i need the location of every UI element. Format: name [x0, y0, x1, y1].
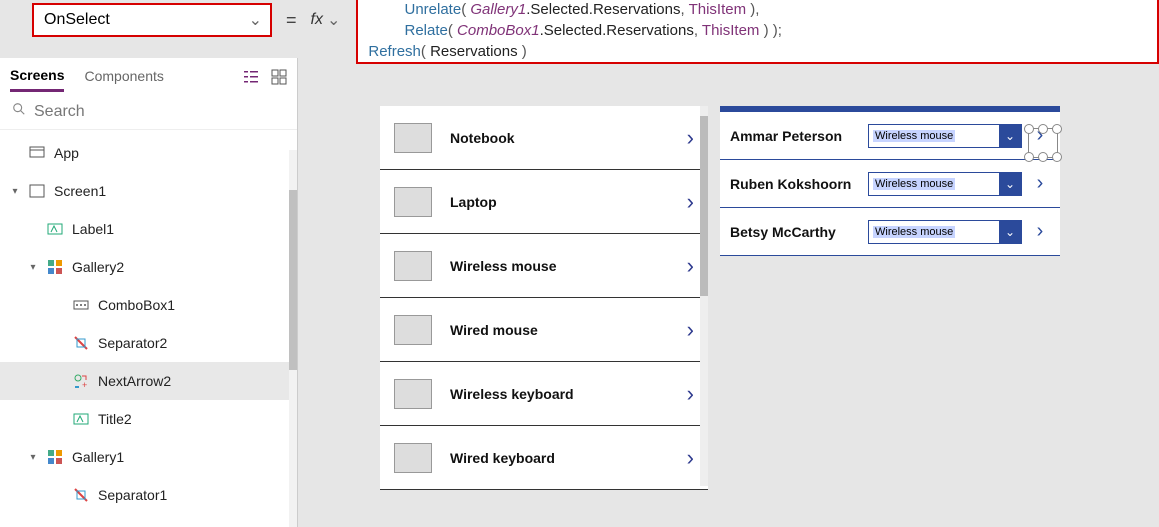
product-combobox[interactable]: Wireless mouse ⌄ — [868, 124, 1022, 148]
tree-item-screen1[interactable]: ▾ Screen1 — [0, 172, 297, 210]
reservation-name: Betsy McCarthy — [730, 224, 860, 240]
product-name: Notebook — [450, 130, 515, 146]
grid-view-icon[interactable] — [271, 69, 287, 90]
product-row[interactable]: Wireless mouse › — [380, 234, 708, 298]
reservation-row: Betsy McCarthy Wireless mouse ⌄ › — [720, 208, 1060, 256]
fx-dropdown[interactable]: fx ⌄ — [311, 10, 347, 30]
tree-item-separator1[interactable]: Separator1 — [0, 476, 297, 514]
tree-item-label: NextArrow2 — [98, 373, 171, 389]
product-name: Wireless mouse — [450, 258, 556, 274]
product-combobox[interactable]: Wireless mouse ⌄ — [868, 172, 1022, 196]
nextarrow-icon: + — [72, 372, 90, 390]
gallery-scrollbar[interactable] — [700, 106, 708, 486]
chevron-right-icon[interactable]: › — [687, 317, 694, 343]
tree-item-nextarrow2[interactable]: + NextArrow2 — [0, 362, 297, 400]
combobox-selected-value: Wireless mouse — [873, 178, 955, 190]
product-name: Wired mouse — [450, 322, 538, 338]
tree-item-label: ComboBox1 — [98, 297, 175, 313]
separator-icon — [72, 334, 90, 352]
chevron-down-icon[interactable]: ⌄ — [999, 125, 1021, 147]
product-row[interactable]: Wired keyboard › — [380, 426, 708, 490]
tree-item-label: Label1 — [72, 221, 114, 237]
tab-components[interactable]: Components — [84, 68, 163, 90]
tree-item-label: Separator2 — [98, 335, 167, 351]
property-selector[interactable]: OnSelect ⌄ — [32, 3, 272, 37]
chevron-right-icon[interactable]: › — [687, 253, 694, 279]
product-name: Laptop — [450, 194, 497, 210]
next-arrow-icon[interactable]: › — [1030, 220, 1050, 243]
product-name: Wireless keyboard — [450, 386, 574, 402]
next-arrow-icon[interactable]: › — [1030, 172, 1050, 195]
tree-item-separator2[interactable]: Separator2 — [0, 324, 297, 362]
tree-item-label: Gallery1 — [72, 449, 124, 465]
tree-item-label: App — [54, 145, 79, 161]
tree-item-gallery2[interactable]: ▾ Gallery2 — [0, 248, 297, 286]
fx-icon: fx — [311, 11, 323, 29]
product-thumbnail — [394, 187, 432, 217]
reservation-row: Ruben Kokshoorn Wireless mouse ⌄ › — [720, 160, 1060, 208]
product-thumbnail — [394, 315, 432, 345]
reservation-name: Ruben Kokshoorn — [730, 176, 860, 192]
gallery-icon — [46, 448, 64, 466]
app-icon — [28, 144, 46, 162]
list-view-icon[interactable] — [243, 69, 259, 90]
combobox-icon — [72, 296, 90, 314]
tree-view-panel: Screens Components Search App ▾ Screen1 Lab… — [0, 58, 298, 527]
caret-icon: ▾ — [28, 262, 38, 273]
product-row[interactable]: Notebook › — [380, 106, 708, 170]
tree-search[interactable]: Search — [0, 94, 297, 130]
combobox-selected-value: Wireless mouse — [873, 226, 955, 238]
caret-icon: ▾ — [28, 452, 38, 463]
product-gallery: Notebook›Laptop›Wireless mouse›Wired mou… — [380, 106, 708, 490]
product-thumbnail — [394, 123, 432, 153]
product-thumbnail — [394, 379, 432, 409]
product-thumbnail — [394, 443, 432, 473]
product-thumbnail — [394, 251, 432, 281]
chevron-right-icon[interactable]: › — [687, 381, 694, 407]
tree-item-label: Separator1 — [98, 487, 167, 503]
tree-item-gallery1[interactable]: ▾ Gallery1 — [0, 438, 297, 476]
chevron-down-icon: ⌄ — [249, 10, 262, 30]
chevron-down-icon[interactable]: ⌄ — [999, 173, 1021, 195]
screen-icon — [28, 182, 46, 200]
tree-item-combobox1[interactable]: ComboBox1 — [0, 286, 297, 324]
reservation-name: Ammar Peterson — [730, 128, 860, 144]
tree-item-label: Gallery2 — [72, 259, 124, 275]
tree-item-app[interactable]: App — [0, 134, 297, 172]
tree-item-label: Screen1 — [54, 183, 106, 199]
tree-view: App ▾ Screen1 Label1 ▾ Gallery2 ComboBox1 Separ… — [0, 130, 297, 518]
label-icon — [72, 410, 90, 428]
product-row[interactable]: Laptop › — [380, 170, 708, 234]
reservations-panel: Ammar PetersonWireless mouse⌄›Ruben Koks… — [720, 106, 1060, 256]
product-row[interactable]: Wired mouse › — [380, 298, 708, 362]
tab-screens[interactable]: Screens — [10, 67, 64, 92]
product-combobox[interactable]: Wireless mouse ⌄ — [868, 220, 1022, 244]
chevron-right-icon[interactable]: › — [687, 445, 694, 471]
separator-icon — [72, 486, 90, 504]
tree-item-label: Title2 — [98, 411, 132, 427]
equals-icon: = — [286, 10, 297, 31]
property-selector-value: OnSelect — [44, 11, 110, 29]
tree-item-label1[interactable]: Label1 — [0, 210, 297, 248]
gallery-icon — [46, 258, 64, 276]
tree-item-title2[interactable]: Title2 — [0, 400, 297, 438]
next-arrow-icon[interactable]: › — [1030, 124, 1050, 147]
chevron-right-icon[interactable]: › — [687, 189, 694, 215]
search-placeholder: Search — [34, 103, 85, 121]
chevron-down-icon[interactable]: ⌄ — [999, 221, 1021, 243]
reservation-row: Ammar Peterson Wireless mouse ⌄ › — [720, 112, 1060, 160]
tree-scrollbar[interactable] — [289, 150, 297, 527]
product-row[interactable]: Wireless keyboard › — [380, 362, 708, 426]
label-icon — [46, 220, 64, 238]
search-icon — [12, 102, 26, 121]
chevron-right-icon[interactable]: › — [687, 125, 694, 151]
chevron-down-icon: ⌄ — [327, 10, 340, 30]
formula-bar[interactable]: If( IsBlank( ComboBox1.Selected ), Unrel… — [356, 0, 1159, 64]
product-name: Wired keyboard — [450, 450, 555, 466]
caret-icon: ▾ — [10, 186, 20, 197]
svg-text:+: + — [82, 380, 87, 390]
combobox-selected-value: Wireless mouse — [873, 130, 955, 142]
